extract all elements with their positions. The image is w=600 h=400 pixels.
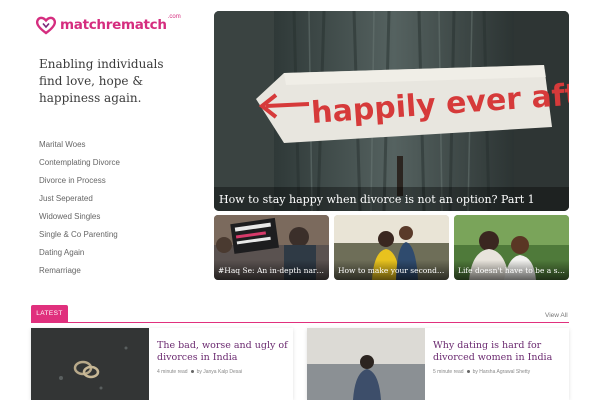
- article-image-2: [307, 328, 425, 400]
- dot-separator-icon: [190, 370, 194, 374]
- article-image-1: [31, 328, 149, 400]
- featured-article-3[interactable]: Life doesn't have to be a severe struggl…: [454, 215, 569, 280]
- brand-tld: .com: [167, 14, 181, 20]
- article-card-2[interactable]: Why dating is hard for divorced women in…: [307, 328, 569, 400]
- sidebar-item-divorce-in-process[interactable]: Divorce in Process: [39, 172, 120, 190]
- sidebar-item-marital-woes[interactable]: Marital Woes: [39, 136, 120, 154]
- hero-image: happily ever after: [214, 11, 569, 211]
- article-meta-2: 5 minute read by Harsha Agrawal Shetty: [433, 369, 530, 375]
- heart-logo-icon: [35, 14, 57, 36]
- sidebar-item-dating-again[interactable]: Dating Again: [39, 244, 120, 262]
- article-meta-1: 4 minute read by Janya Kalp Desai: [157, 369, 242, 375]
- sidebar-item-just-seperated[interactable]: Just Seperated: [39, 190, 120, 208]
- featured-article-1[interactable]: #Haq Se: An in-depth narrative on women'…: [214, 215, 329, 280]
- sidebar-item-contemplating-divorce[interactable]: Contemplating Divorce: [39, 154, 120, 172]
- dot-separator-icon: [466, 370, 470, 374]
- article-card-1[interactable]: The bad, worse and ugly of divorces in I…: [31, 328, 293, 400]
- view-all-link[interactable]: View All: [545, 312, 568, 319]
- featured-article-2[interactable]: How to make your second marriage work: [334, 215, 449, 280]
- sidebar-item-co-parenting[interactable]: Single & Co Parenting: [39, 226, 120, 244]
- read-time: 4 minute read: [157, 369, 188, 375]
- sidebar-nav: Marital Woes Contemplating Divorce Divor…: [39, 136, 120, 280]
- latest-divider: [31, 322, 569, 323]
- featured-title-1: #Haq Se: An in-depth narrative on women'…: [218, 266, 325, 275]
- read-time: 5 minute read: [433, 369, 464, 375]
- hero-title[interactable]: How to stay happy when divorce is not an…: [219, 193, 535, 206]
- author: by Janya Kalp Desai: [196, 369, 243, 375]
- featured-title-3: Life doesn't have to be a severe struggl…: [458, 266, 565, 275]
- article-title-1[interactable]: The bad, worse and ugly of divorces in I…: [157, 340, 292, 364]
- brand-name: matchrematch: [60, 17, 167, 33]
- sidebar-item-widowed-singles[interactable]: Widowed Singles: [39, 208, 120, 226]
- hero-article[interactable]: happily ever after How to stay happy whe…: [214, 11, 569, 211]
- featured-title-2: How to make your second marriage work: [338, 266, 445, 275]
- tagline: Enabling individuals find love, hope & h…: [39, 57, 164, 105]
- latest-tab[interactable]: LATEST: [31, 305, 68, 323]
- author: by Harsha Agrawal Shetty: [472, 369, 531, 375]
- site-logo[interactable]: matchrematch .com: [35, 11, 181, 39]
- article-title-2[interactable]: Why dating is hard for divorced women in…: [433, 340, 568, 364]
- sidebar-item-remarriage[interactable]: Remarriage: [39, 262, 120, 280]
